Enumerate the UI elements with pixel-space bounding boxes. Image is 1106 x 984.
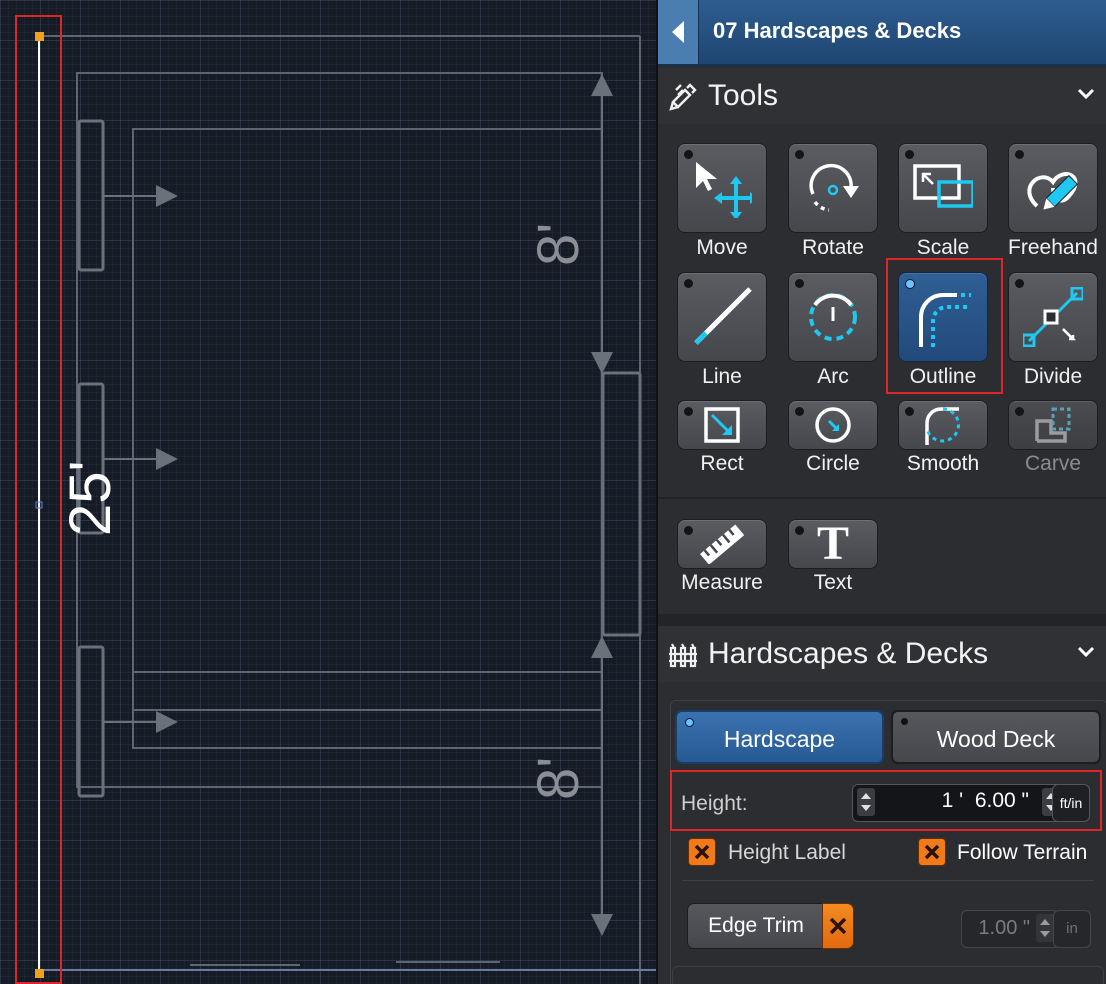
- plan-drawing[interactable]: 25' 8' 8': [0, 0, 656, 984]
- hardscapes-section-header[interactable]: Hardscapes & Decks: [658, 626, 1106, 682]
- panel-title: 07 Hardscapes & Decks: [713, 18, 962, 43]
- line-endpoint-handle: [35, 969, 44, 978]
- x-icon: [829, 917, 847, 935]
- line-endpoint-handle: [35, 32, 44, 41]
- chevron-down-icon[interactable]: [1076, 642, 1096, 662]
- tool-label: Scale: [916, 236, 970, 259]
- edge-trim-toggle[interactable]: Edge Trim: [687, 903, 855, 949]
- circle-button[interactable]: [788, 400, 878, 450]
- height-label-checkbox[interactable]: [688, 838, 716, 866]
- spinner-arrows-icon: [1040, 919, 1050, 937]
- height-input[interactable]: 1 ' 6.00 ": [852, 784, 1066, 822]
- freehand-icon: [1027, 172, 1079, 210]
- height-value[interactable]: 1 ' 6.00 ": [879, 789, 1029, 813]
- plan-canvas[interactable]: 25' 8' 8': [0, 0, 656, 984]
- move-icon: [696, 162, 752, 218]
- dimension-label-right-bottom: 8': [526, 757, 591, 800]
- tool-label: Move: [696, 236, 748, 259]
- dimension-label-right-top: 8': [526, 223, 591, 266]
- chevron-down-icon[interactable]: [1076, 84, 1096, 104]
- outline-button[interactable]: [898, 272, 988, 362]
- rotate-icon: [809, 163, 859, 212]
- x-icon: [924, 844, 940, 860]
- tool-label: Measure: [681, 571, 763, 594]
- edge-trim-separator: [682, 880, 1094, 881]
- scale-button[interactable]: [898, 143, 988, 233]
- tool-label: Smooth: [906, 452, 980, 475]
- fence-icon: [669, 643, 697, 668]
- panel-title-bar: 07 Hardscapes & Decks: [658, 0, 1106, 66]
- side-panel: 07 Hardscapes & Decks Tools Move Rotate …: [658, 0, 1106, 984]
- tools-section-header[interactable]: Tools: [658, 68, 1106, 124]
- tool-label: Freehand: [1008, 236, 1098, 259]
- circle-icon: [815, 407, 851, 443]
- line-button[interactable]: [677, 272, 767, 362]
- height-row: Height: 1 ' 6.00 " ft/in: [672, 772, 1100, 830]
- spinner-arrows-icon: [861, 793, 871, 811]
- edge-trim-value: 1.00 ": [978, 917, 1030, 939]
- follow-terrain-toggle[interactable]: Follow Terrain: [918, 838, 1104, 868]
- carve-icon: [1035, 407, 1071, 443]
- rotate-button[interactable]: [788, 143, 878, 233]
- hardscape-mode-label: Hardscape: [723, 726, 836, 752]
- chevron-left-icon: [672, 21, 684, 43]
- edge-trim-button[interactable]: Edge Trim: [687, 903, 825, 949]
- tool-label: Rotate: [802, 236, 864, 259]
- carve-button[interactable]: [1008, 400, 1098, 450]
- rect-button[interactable]: [677, 400, 767, 450]
- height-unit-button[interactable]: ft/in: [1052, 784, 1090, 822]
- tool-label: Outline: [909, 365, 977, 388]
- edge-trim-stepper: [1036, 914, 1054, 942]
- wood-deck-mode-button[interactable]: Wood Deck: [891, 710, 1101, 764]
- arc-button[interactable]: [788, 272, 878, 362]
- height-label-toggle[interactable]: Height Label: [688, 838, 888, 868]
- height-unit: ft/in: [1059, 795, 1083, 811]
- tools-grid: Move Rotate Scale Freehand Line Arc Outl…: [658, 124, 1106, 504]
- follow-terrain-checkbox[interactable]: [918, 838, 946, 866]
- divide-icon: [1023, 287, 1083, 347]
- edge-trim-label: Edge Trim: [708, 914, 804, 937]
- rect-icon: [704, 407, 740, 443]
- tool-label: Text: [813, 571, 853, 594]
- height-label: Height:: [681, 792, 748, 815]
- tool-label: Divide: [1023, 365, 1083, 388]
- height-stepper-left[interactable]: [857, 788, 875, 816]
- tool-label: Carve: [1024, 452, 1082, 475]
- hardscape-mode-button[interactable]: Hardscape: [675, 710, 884, 764]
- back-button[interactable]: [658, 0, 699, 64]
- hardscapes-section-title: Hardscapes & Decks: [708, 637, 989, 670]
- tool-label: Rect: [700, 452, 744, 475]
- tools-section-title: Tools: [708, 79, 779, 112]
- tool-label: Arc: [817, 365, 849, 388]
- pencil-ruler-icon: [669, 83, 697, 111]
- tool-label: Circle: [806, 452, 860, 475]
- edge-trim-checkbox[interactable]: [822, 903, 854, 949]
- x-icon: [694, 844, 710, 860]
- edge-trim-unit: in: [1066, 920, 1078, 937]
- follow-terrain-text: Follow Terrain: [957, 841, 1088, 864]
- smooth-icon: [925, 407, 960, 445]
- text-button[interactable]: T: [788, 517, 878, 570]
- edge-trim-input: 1.00 ": [961, 910, 1059, 948]
- height-label-text: Height Label: [728, 841, 846, 864]
- tool-label: Line: [702, 365, 742, 388]
- freehand-button[interactable]: [1008, 143, 1098, 233]
- section-separator: [658, 614, 1106, 626]
- dimension-label-left: 25': [58, 460, 123, 536]
- ruler-icon: [700, 524, 745, 564]
- next-group-edge: [672, 966, 1104, 984]
- line-icon: [694, 287, 752, 345]
- edge-trim-unit-button: in: [1053, 910, 1091, 948]
- move-button[interactable]: [677, 143, 767, 233]
- outline-icon: [919, 293, 971, 347]
- smooth-button[interactable]: [898, 400, 988, 450]
- divide-button[interactable]: [1008, 272, 1098, 362]
- text-icon: T: [816, 517, 849, 570]
- measure-button[interactable]: [677, 519, 767, 569]
- wood-deck-mode-label: Wood Deck: [936, 726, 1056, 752]
- arc-icon: [809, 293, 857, 341]
- scale-icon: [913, 164, 973, 208]
- tools-grid-extra: Measure T Text: [658, 499, 1106, 614]
